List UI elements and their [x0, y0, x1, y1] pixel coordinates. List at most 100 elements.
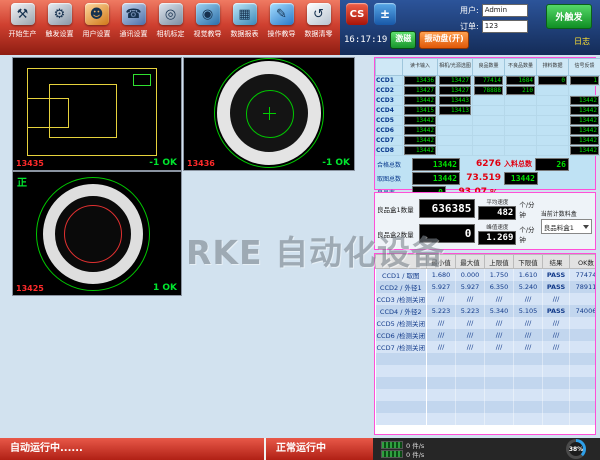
camera-calib-icon: ◎	[159, 3, 183, 25]
measure-table-row	[376, 377, 597, 389]
measure-cell: 5.340	[485, 305, 514, 317]
measure-cell	[570, 329, 597, 341]
user-field[interactable]: Admin	[482, 4, 528, 17]
demagnetize-button[interactable]: 激磁	[390, 31, 416, 49]
order-label: 订单:	[460, 21, 479, 32]
camera-view-1: 13435 -1 OK	[12, 57, 182, 171]
cs-app-icon[interactable]: CS	[346, 3, 368, 25]
measure-cell	[570, 353, 597, 365]
measure-cell	[514, 353, 543, 365]
toolbar-button-5[interactable]: ◎相机标定	[152, 3, 189, 39]
measure-cell: ///	[427, 341, 456, 353]
stats-cell	[537, 116, 569, 126]
ccd-row-label: CCD6	[376, 126, 403, 136]
log-link[interactable]: 日志	[574, 36, 590, 47]
summary-label: 合格总数	[377, 160, 409, 169]
measure-cell	[570, 317, 597, 329]
calculator-icon[interactable]: ±	[374, 3, 396, 25]
stats-cell	[473, 126, 505, 136]
toolbar-button-3[interactable]: ☻用户设置	[78, 3, 115, 39]
tray-select[interactable]: 良品料盒1	[541, 219, 592, 234]
toolbar-button-6[interactable]: ◉视觉教导	[189, 3, 226, 39]
measure-cell	[456, 413, 485, 425]
stats-header: 良品数量	[473, 59, 505, 76]
ccd-row-label: CCD4	[376, 106, 403, 116]
toolbar-button-label: 数据报表	[231, 29, 259, 39]
stats-table-row: CCD2134271342778888210	[376, 86, 600, 96]
counter-display: 13436	[404, 76, 436, 85]
stats-cell: 13442	[403, 96, 438, 106]
ccd-row-label: CCD7	[376, 136, 403, 146]
stats-cell: 78888	[473, 86, 505, 96]
tray-select-value: 良品料盒1	[544, 222, 574, 232]
stats-cell: 13443	[438, 96, 473, 106]
ccd-row-label: CCD3	[376, 96, 403, 106]
counter-row: 良品盒1数量 636385 平均速度 482 个/分钟	[377, 196, 539, 221]
data-clear-icon: ↺	[307, 3, 331, 25]
stats-cell	[438, 136, 473, 146]
status-auto-running: 自动运行中......	[0, 438, 264, 460]
stats-cell: 0	[537, 76, 569, 86]
measure-cell	[427, 389, 456, 401]
summary-red-value: 6276	[463, 159, 501, 169]
speed-value: 1.269	[478, 231, 516, 245]
toolbar-button-7[interactable]: ▦数据报表	[226, 3, 263, 39]
measure-cell: 1.610	[514, 269, 543, 282]
external-trigger-button[interactable]: 外触发	[546, 4, 592, 29]
measure-row-label	[376, 377, 427, 389]
order-field[interactable]: 123	[482, 20, 528, 33]
toolbar-button-2[interactable]: ⚙触发设置	[41, 3, 78, 39]
session-fields: 用户: Admin 订单: 123	[460, 4, 528, 36]
tray-select-label: 当前计数料盒	[541, 209, 592, 218]
counter-display: 13442	[570, 136, 599, 145]
measure-cell	[456, 353, 485, 365]
measure-cell	[514, 365, 543, 377]
ccd-row-label: CCD8	[376, 146, 403, 156]
measure-table-row: CCD4 / 外径25.2235.2235.3405.105PASS74006	[376, 305, 597, 317]
measure-cell: ///	[485, 329, 514, 341]
box-count-label: 良品盒1数量	[377, 204, 416, 214]
measure-cell: ///	[543, 293, 570, 305]
stats-header: 排料数据	[537, 59, 569, 76]
measure-cell	[514, 377, 543, 389]
toolbar-button-1[interactable]: ⚒开始生产	[4, 3, 41, 39]
counter-display: 13442	[570, 146, 599, 155]
measure-cell	[485, 389, 514, 401]
box-count-value: 0	[419, 224, 475, 243]
measure-table-row: CCD2 / 外径15.9275.9276.3505.240PASS78911	[376, 281, 597, 293]
speed-value: 482	[478, 206, 516, 220]
camera-frame-id: 13436	[187, 159, 215, 168]
stats-cell	[537, 126, 569, 136]
measure-cell: 5.927	[456, 281, 485, 293]
stats-cell	[473, 116, 505, 126]
measure-table-row	[376, 401, 597, 413]
roi-box	[133, 74, 151, 86]
stats-cell: 13442	[403, 116, 438, 126]
measure-cell: 74006	[570, 305, 597, 317]
toolbar-button-4[interactable]: ☎通讯设置	[115, 3, 152, 39]
counter-display: 13427	[439, 76, 471, 85]
toolbar-button-8[interactable]: ✎操作教导	[263, 3, 300, 39]
toolbar-button-9[interactable]: ↺数据清零	[300, 3, 337, 39]
stats-header: 读卡输入	[403, 59, 438, 76]
measure-cell: ///	[543, 341, 570, 353]
measure-cell	[570, 377, 597, 389]
operation-teach-icon: ✎	[270, 3, 294, 25]
toolbar-button-label: 视觉教导	[194, 29, 222, 39]
stats-cell	[537, 146, 569, 156]
speed-unit: 个/分钟	[519, 199, 538, 219]
measure-cell	[427, 401, 456, 413]
cpu-usage-gauge: 38%	[566, 439, 586, 459]
measure-cell: ///	[456, 293, 485, 305]
counter-display: 13413	[439, 106, 471, 115]
measure-cell: ///	[427, 317, 456, 329]
box-count-label: 良品盒2数量	[377, 229, 416, 239]
counter-display: 13442	[404, 96, 436, 105]
measure-table-row: CCD5 /检测关闭///////////////	[376, 317, 597, 329]
stats-cell: 13427	[403, 86, 438, 96]
measurement-panel: 最小值最大值上限值下限值结果OK数CCD1 / 取图1.6800.0001.75…	[374, 253, 596, 435]
user-panel: CS ± 16:17:19 激磁 振动盘(开) 用户: Admin 订单: 12…	[340, 0, 600, 55]
measure-cell: ///	[485, 317, 514, 329]
measure-cell	[543, 413, 570, 425]
measure-cell	[427, 413, 456, 425]
